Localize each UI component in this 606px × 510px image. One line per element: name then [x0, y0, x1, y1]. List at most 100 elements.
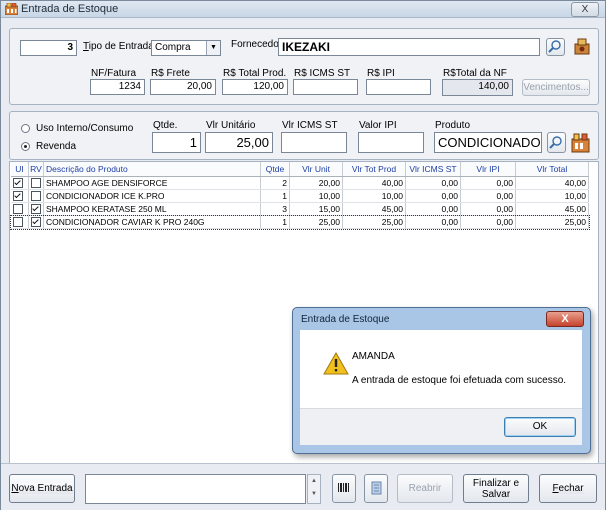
frete-field[interactable]: 20,00: [150, 79, 216, 95]
fornecedor-label: Fornecedor: [231, 39, 283, 50]
rv-checkbox[interactable]: [31, 178, 41, 189]
revenda-radio[interactable]: [21, 142, 30, 151]
vencimentos-button[interactable]: Vencimentos...: [522, 79, 590, 96]
rv-checkbox[interactable]: [31, 191, 41, 202]
grid-body: SHAMPOO AGE DENSIFORCE 2 20,00 40,00 0,00 0,0…: [10, 176, 590, 230]
tipo-entrada-value: Compra: [155, 42, 191, 53]
valor-ipi-field[interactable]: [358, 132, 424, 153]
search-icon: [548, 40, 561, 53]
cell-ui: [11, 189, 29, 203]
nf-field[interactable]: 1234: [90, 79, 145, 95]
fechar-button[interactable]: Fechar: [539, 474, 597, 503]
main-window: Entrada de Estoque X 3 Tipo de Entrada C…: [0, 0, 606, 510]
vlr-icms-st-label: Vlr ICMS ST: [282, 120, 338, 131]
frete-label: R$ Frete: [151, 68, 190, 79]
cell-qtde: 3: [260, 202, 290, 216]
total-prod-field[interactable]: 120,00: [222, 79, 288, 95]
total-nf-field: 140,00: [442, 79, 513, 96]
cell-vlr-tot-prod: 10,00: [342, 189, 406, 203]
table-row[interactable]: SHAMPOO KERATASE 250 ML 3 15,00 45,00 0,00 0,…: [11, 202, 589, 216]
reabrir-button[interactable]: Reabrir: [397, 474, 453, 503]
cell-vlr-icms-st: 0,00: [405, 215, 461, 229]
search-fornecedor-button[interactable]: [546, 38, 565, 56]
produto-field[interactable]: CONDICIONADOR: [434, 132, 542, 153]
ipi-field[interactable]: [366, 79, 431, 95]
col-rv[interactable]: RV: [28, 162, 44, 177]
cell-vlr-tot-prod: 45,00: [342, 202, 406, 216]
table-row[interactable]: CONDICIONADOR CAVIAR K PRO 240G 1 25,00 25,…: [10, 214, 590, 230]
cell-vlr-total: 25,00: [515, 215, 589, 229]
barcode-icon: [338, 483, 349, 492]
ui-checkbox[interactable]: [13, 191, 23, 202]
valor-ipi-label: Valor IPI: [359, 120, 397, 131]
uso-interno-radio[interactable]: [21, 124, 30, 133]
nova-entrada-button[interactable]: Nova Entrada: [9, 474, 75, 503]
cell-vlr-unit: 15,00: [289, 202, 343, 216]
cell-vlr-unit: 10,00: [289, 189, 343, 203]
window-close-button[interactable]: X: [571, 2, 599, 17]
col-vlr-total[interactable]: Vlr Total: [515, 162, 589, 177]
finalizar-label-line1: Finalizar e: [472, 478, 520, 489]
ui-checkbox[interactable]: [13, 178, 23, 189]
qtde-field[interactable]: 1: [152, 132, 201, 153]
cell-vlr-unit: 25,00: [289, 215, 343, 229]
cell-vlr-unit: 20,00: [289, 176, 343, 190]
total-prod-label: R$ Total Prod.: [223, 68, 287, 79]
dialog-close-button[interactable]: X: [546, 311, 584, 327]
notes-field[interactable]: [85, 474, 306, 504]
product-icon[interactable]: [571, 132, 590, 153]
cell-vlr-icms-st: 0,00: [405, 202, 461, 216]
cell-vlr-total: 45,00: [515, 202, 589, 216]
notes-scrollbar[interactable]: ▲ ▼: [307, 474, 321, 504]
cell-vlr-ipi: 0,00: [460, 176, 516, 190]
cell-vlr-icms-st: 0,00: [405, 189, 461, 203]
ui-checkbox[interactable]: [13, 204, 23, 215]
search-produto-button[interactable]: [547, 132, 566, 153]
title-bar: Entrada de Estoque X: [1, 1, 605, 18]
cell-rv: [28, 176, 44, 190]
finalizar-label-line2: Salvar: [481, 489, 511, 500]
ok-button[interactable]: OK: [504, 417, 576, 437]
col-vlr-icms-st[interactable]: Vlr ICMS ST: [405, 162, 461, 177]
supplier-icon[interactable]: [574, 38, 591, 55]
cell-vlr-total: 10,00: [515, 189, 589, 203]
chevron-down-icon[interactable]: ▼: [206, 41, 220, 55]
cell-vlr-tot-prod: 40,00: [342, 176, 406, 190]
col-descricao[interactable]: Descrição do Produto: [43, 162, 261, 177]
col-vlr-tot-prod[interactable]: Vlr Tot Prod: [342, 162, 406, 177]
tipo-entrada-select[interactable]: Compra ▼: [151, 40, 221, 56]
rv-checkbox[interactable]: [31, 217, 41, 228]
cell-rv: [28, 215, 44, 229]
icms-st-label: R$ ICMS ST: [294, 68, 351, 79]
cell-vlr-ipi: 0,00: [460, 189, 516, 203]
dialog-heading: AMANDA: [352, 351, 395, 362]
vlr-icms-st-field[interactable]: [281, 132, 347, 153]
col-vlr-unit[interactable]: Vlr Unit: [289, 162, 343, 177]
barcode-button[interactable]: [332, 474, 356, 503]
vlr-unit-field[interactable]: 25,00: [205, 132, 273, 153]
cell-vlr-ipi: 0,00: [460, 202, 516, 216]
cell-rv: [28, 189, 44, 203]
ipi-label: R$ IPI: [367, 68, 395, 79]
entry-number-field[interactable]: 3: [20, 40, 77, 56]
ui-checkbox[interactable]: [13, 217, 23, 228]
tipo-entrada-label-text: ipo de Entrada: [88, 41, 154, 52]
finalizar-salvar-button[interactable]: Finalizar e Salvar: [463, 474, 529, 503]
icms-st-field[interactable]: [293, 79, 358, 95]
col-qtde[interactable]: Qtde: [260, 162, 290, 177]
fornecedor-field[interactable]: IKEZAKI: [278, 38, 540, 56]
col-vlr-ipi[interactable]: Vlr IPI: [460, 162, 516, 177]
rv-checkbox[interactable]: [31, 204, 41, 215]
dialog-footer: OK: [300, 408, 582, 445]
cell-vlr-total: 40,00: [515, 176, 589, 190]
col-ui[interactable]: UI: [11, 162, 29, 177]
produto-label: Produto: [435, 120, 471, 131]
tipo-entrada-label: Tipo de Entrada: [83, 41, 154, 52]
grid-header-row: UI RV Descrição do Produto Qtde Vlr Unit…: [11, 162, 589, 177]
table-row[interactable]: SHAMPOO AGE DENSIFORCE 2 20,00 40,00 0,00 0,0…: [11, 176, 589, 190]
window-title: Entrada de Estoque: [21, 3, 119, 15]
table-row[interactable]: CONDICIONADOR ICE K.PRO 1 10,00 10,00 0,00 0,…: [11, 189, 589, 203]
entry-panel: Uso Interno/Consumo Revenda Qtde. 1 Vlr …: [9, 111, 599, 160]
document-icon: [371, 481, 382, 495]
document-button[interactable]: [364, 474, 388, 503]
